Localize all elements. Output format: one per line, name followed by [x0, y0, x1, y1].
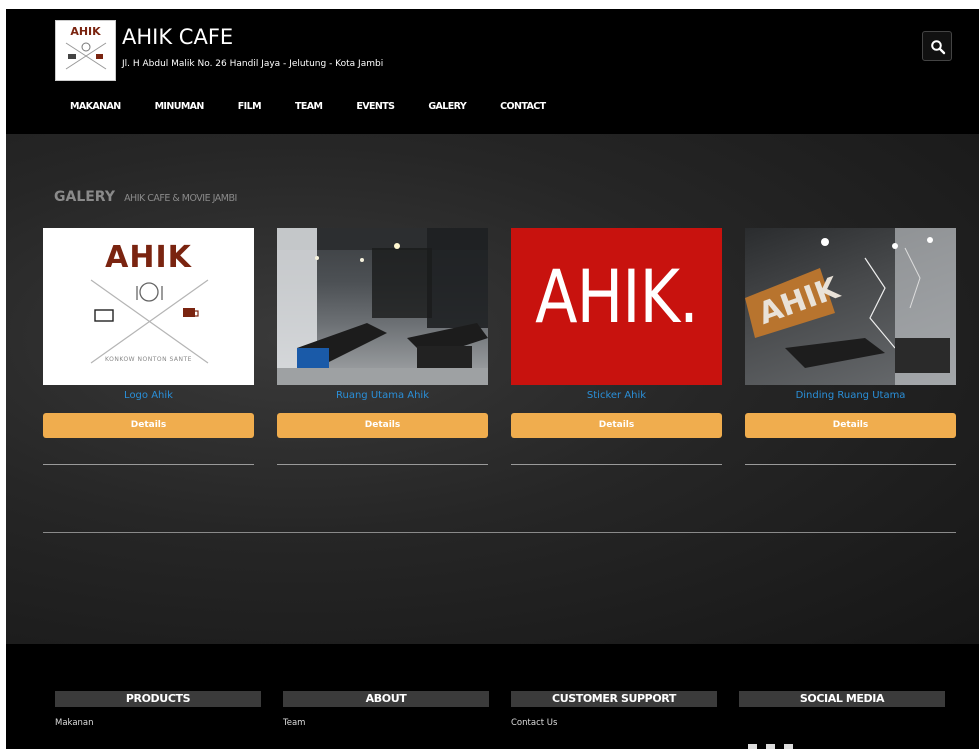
main-nav: MAKANAN MINUMAN FILM TEAM EVENTS GALERY … — [70, 101, 579, 119]
site-logo[interactable]: AHIK — [55, 20, 116, 81]
wall-mural-photo: AHIK — [745, 228, 956, 385]
footer-heading: SOCIAL MEDIA — [739, 691, 945, 707]
footer-link[interactable]: Team — [283, 718, 489, 728]
footer-heading: ABOUT — [283, 691, 489, 707]
thumb-logo-caption: KONKOW NONTON SANTE — [105, 356, 192, 363]
gallery-section: GALERY AHIK CAFE & MOVIE JAMBI AHIK KONK… — [6, 134, 979, 644]
nav-item-events[interactable]: EVENTS — [356, 101, 395, 119]
card-title[interactable]: Dinding Ruang Utama — [745, 390, 956, 401]
search-icon — [931, 40, 946, 55]
footer-column-products: PRODUCTS Makanan — [55, 691, 261, 728]
search-button[interactable] — [922, 31, 952, 61]
site-address: Jl. H Abdul Malik No. 26 Handil Jaya - J… — [122, 59, 384, 69]
details-button[interactable]: Details — [511, 413, 722, 438]
logo-emblem-icon — [65, 42, 107, 70]
footer-column-customer-support: CUSTOMER SUPPORT Contact Us — [511, 691, 717, 728]
footer-heading: PRODUCTS — [55, 691, 261, 707]
section-heading: GALERY AHIK CAFE & MOVIE JAMBI — [54, 186, 237, 205]
nav-item-galery[interactable]: GALERY — [428, 101, 466, 119]
twitter-icon[interactable] — [766, 744, 775, 749]
thumb-sticker-text: AHIK. — [535, 253, 699, 340]
card-divider — [277, 464, 488, 465]
card-divider — [43, 464, 254, 465]
nav-item-contact[interactable]: CONTACT — [500, 101, 546, 119]
footer-link[interactable]: Contact Us — [511, 718, 717, 728]
card-image[interactable]: AHIK. — [511, 228, 722, 385]
footer-column-about: ABOUT Team — [283, 691, 489, 728]
nav-item-film[interactable]: FILM — [238, 101, 262, 119]
cafe-interior-photo — [277, 228, 488, 385]
details-button[interactable]: Details — [745, 413, 956, 438]
card-image[interactable]: AHIK KONKOW NONTON SANTE — [43, 228, 254, 385]
page: AHIK AHIK CAFE Jl. H Abdul Malik No. 26 … — [6, 9, 979, 749]
nav-item-team[interactable]: TEAM — [295, 101, 323, 119]
details-button[interactable]: Details — [277, 413, 488, 438]
card-title[interactable]: Logo Ahik — [43, 390, 254, 401]
site-footer: PRODUCTS Makanan ABOUT Team CUSTOMER SUP… — [6, 644, 979, 749]
footer-column-social-media: SOCIAL MEDIA — [739, 691, 945, 707]
card-divider — [511, 464, 722, 465]
card-title[interactable]: Sticker Ahik — [511, 390, 722, 401]
facebook-icon[interactable] — [748, 744, 757, 749]
logo-text: AHIK — [70, 25, 101, 38]
nav-item-minuman[interactable]: MINUMAN — [155, 101, 205, 119]
youtube-icon[interactable] — [784, 744, 793, 749]
card-title[interactable]: Ruang Utama Ahik — [277, 390, 488, 401]
section-divider — [43, 532, 956, 533]
site-header: AHIK AHIK CAFE Jl. H Abdul Malik No. 26 … — [6, 9, 979, 134]
footer-link[interactable]: Makanan — [55, 718, 261, 728]
details-button[interactable]: Details — [43, 413, 254, 438]
footer-heading: CUSTOMER SUPPORT — [511, 691, 717, 707]
card-image[interactable]: AHIK — [745, 228, 956, 385]
nav-item-makanan[interactable]: MAKANAN — [70, 101, 121, 119]
section-subtitle: AHIK CAFE & MOVIE JAMBI — [124, 193, 237, 204]
card-image[interactable] — [277, 228, 488, 385]
social-icons — [748, 744, 793, 749]
card-divider — [745, 464, 956, 465]
site-title: AHIK CAFE — [122, 25, 234, 49]
section-title: GALERY — [54, 189, 115, 205]
